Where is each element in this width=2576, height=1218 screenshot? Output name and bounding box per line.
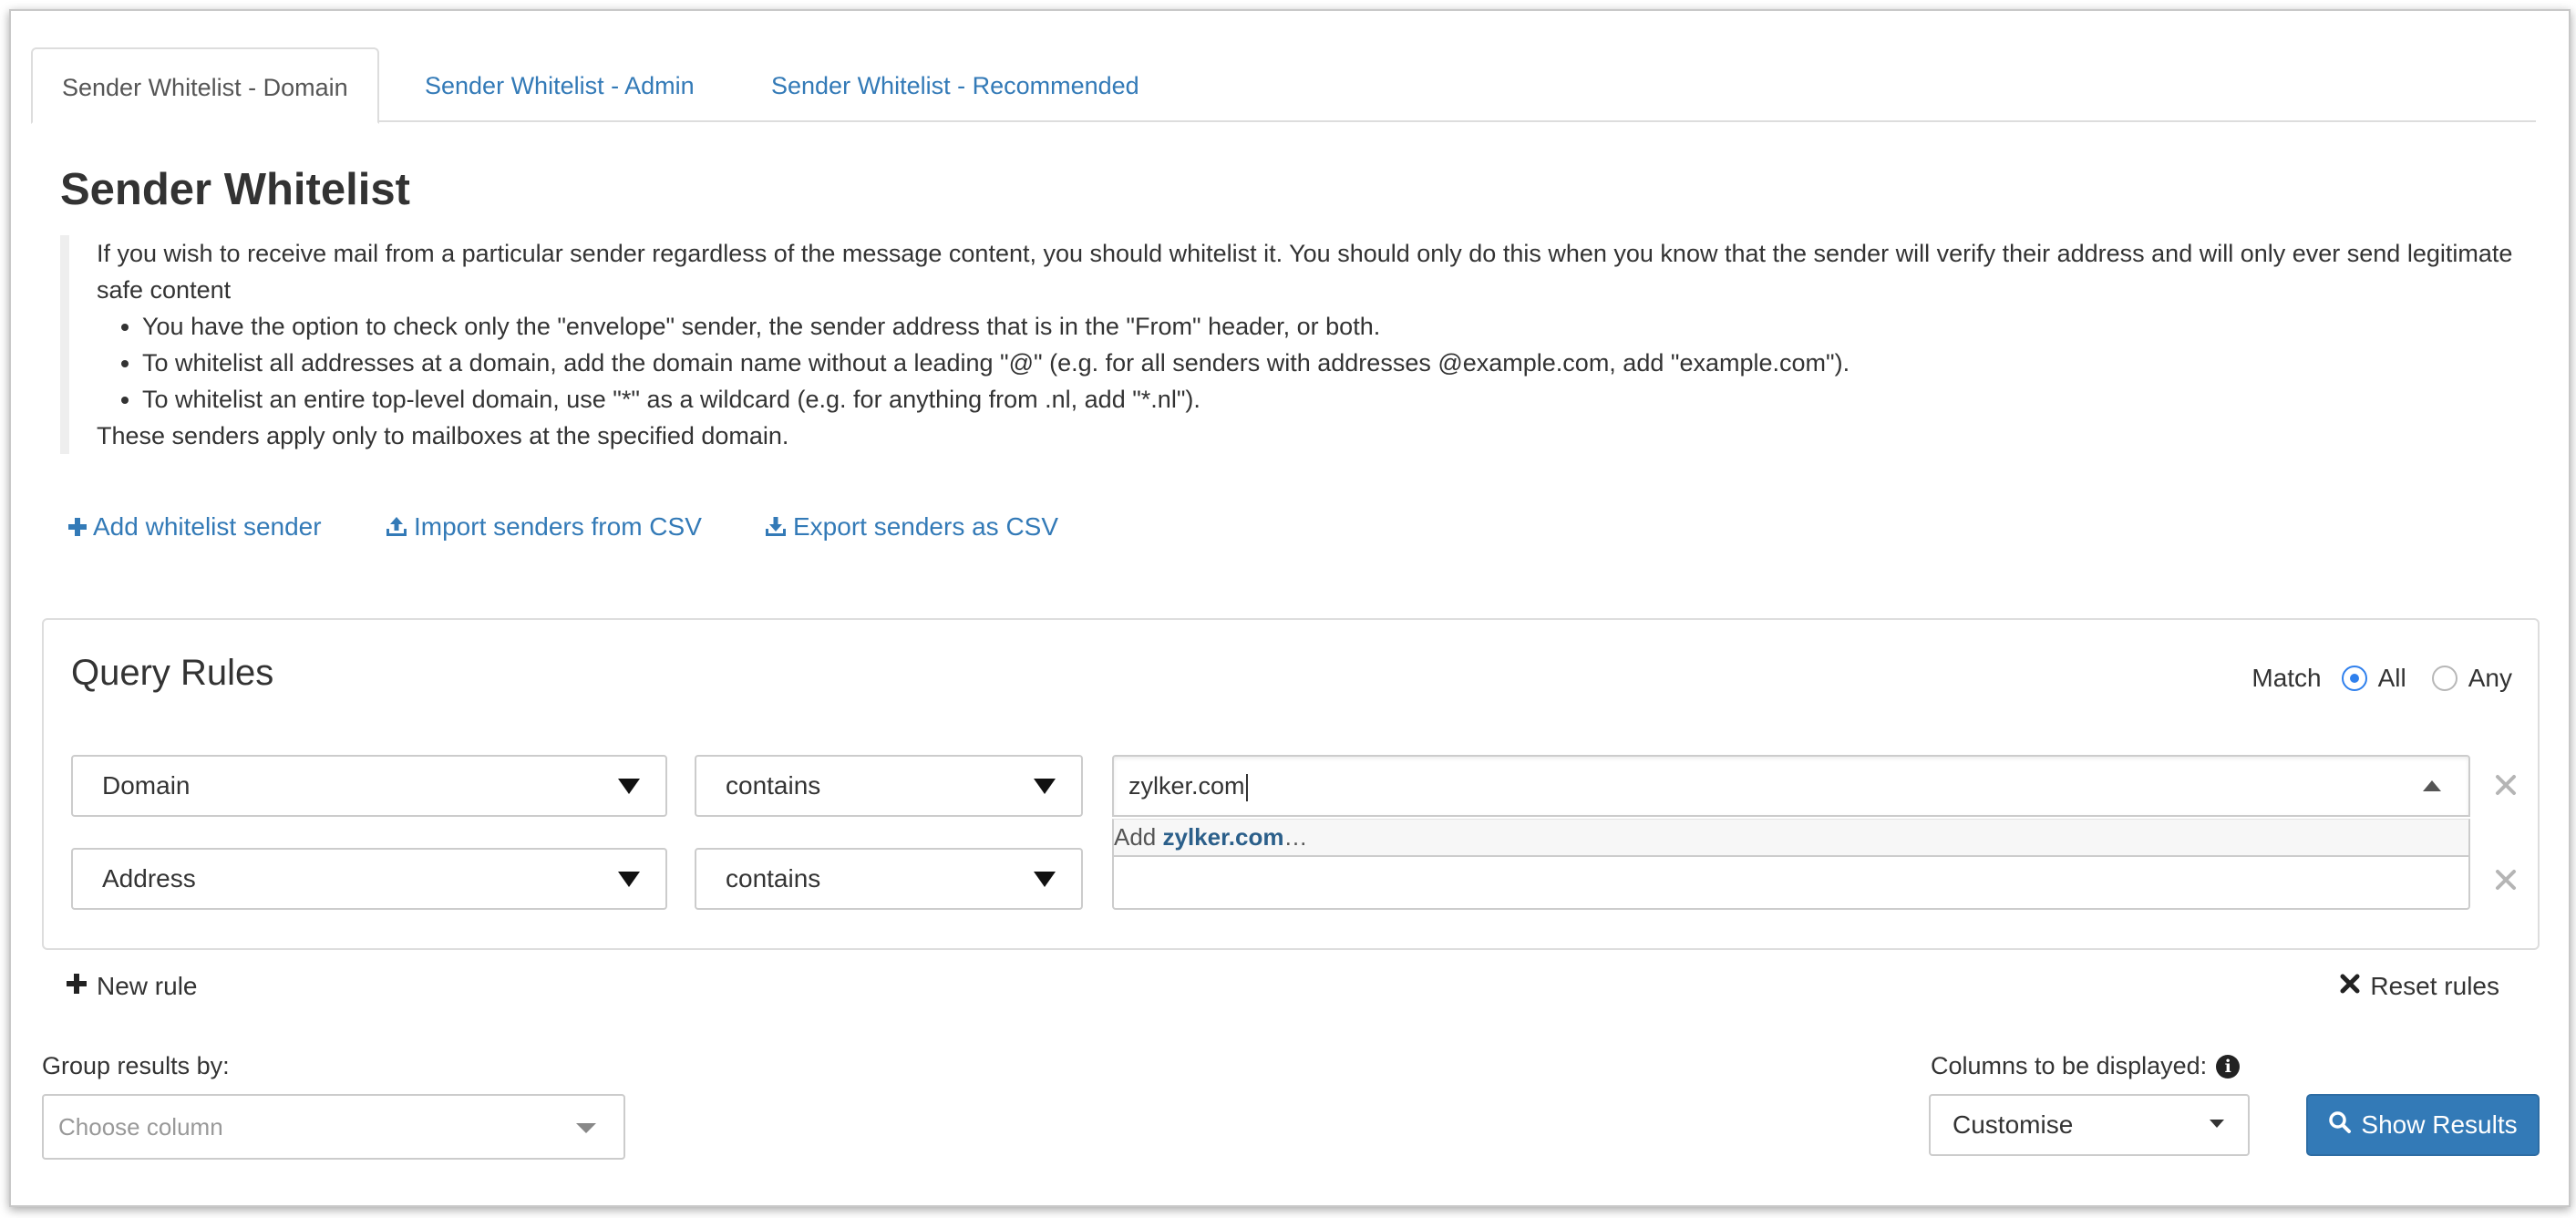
autocomplete-suggestion[interactable]: Add zylker.com… <box>1112 819 2470 857</box>
download-icon <box>764 515 788 539</box>
chevron-down-icon <box>1034 779 1056 794</box>
rule-operator-select[interactable]: contains <box>695 755 1083 817</box>
close-icon <box>2339 972 2361 1001</box>
rule-field-select[interactable]: Address <box>71 848 667 910</box>
rule-value-text: zylker.com <box>1128 772 1245 800</box>
chevron-up-icon[interactable] <box>2423 780 2441 791</box>
suggestion-prefix: Add <box>1114 823 1157 851</box>
show-results-label: Show Results <box>2361 1110 2518 1139</box>
info-icon[interactable]: i <box>2216 1054 2241 1079</box>
match-all-radio[interactable] <box>2341 666 2367 691</box>
match-option-all[interactable]: All <box>2341 664 2406 693</box>
import-senders-label: Import senders from CSV <box>414 512 702 541</box>
export-senders-label: Export senders as CSV <box>793 512 1059 541</box>
rule-operator-select[interactable]: contains <box>695 848 1083 910</box>
rule-operator-value: contains <box>726 864 821 893</box>
query-rules-title: Query Rules <box>71 653 274 693</box>
tab-sender-whitelist-admin[interactable]: Sender Whitelist - Admin <box>396 47 724 124</box>
chevron-down-icon <box>618 779 640 794</box>
columns-label-row: Columns to be displayed: i <box>1931 1052 2241 1080</box>
reset-rules-label: Reset rules <box>2370 972 2499 1000</box>
plus-icon <box>66 972 88 1001</box>
upload-icon <box>385 515 408 539</box>
tab-sender-whitelist-domain[interactable]: Sender Whitelist - Domain <box>31 47 379 124</box>
reset-rules-button[interactable]: Reset rules <box>2339 972 2499 1001</box>
add-whitelist-sender-label: Add whitelist sender <box>93 512 322 541</box>
new-rule-button[interactable]: New rule <box>66 972 197 1001</box>
description-list: You have the option to check only the "e… <box>97 308 2540 418</box>
description-bullet: To whitelist an entire top-level domain,… <box>142 381 2540 418</box>
rule-field-select[interactable]: Domain <box>71 755 667 817</box>
remove-rule-icon[interactable] <box>2494 773 2518 797</box>
export-senders-link[interactable]: Export senders as CSV <box>764 509 1058 545</box>
match-any-label: Any <box>2468 664 2512 692</box>
description-footer: These senders apply only to mailboxes at… <box>97 422 789 449</box>
page-title: Sender Whitelist <box>60 165 410 214</box>
columns-select[interactable]: Customise <box>1929 1094 2250 1156</box>
description-block: If you wish to receive mail from a parti… <box>60 235 2540 454</box>
match-control: Match All Any <box>2251 664 2512 693</box>
group-results-select[interactable]: Choose column <box>42 1094 625 1160</box>
group-results-label: Group results by: <box>42 1052 230 1079</box>
tab-bar: Sender Whitelist - Domain Sender Whiteli… <box>31 36 2536 124</box>
search-icon <box>2328 1110 2352 1141</box>
app-window: Sender Whitelist - Domain Sender Whiteli… <box>9 9 2571 1207</box>
columns-label: Columns to be displayed: <box>1931 1052 2208 1079</box>
chevron-down-icon <box>2210 1120 2224 1128</box>
query-rules-panel: Query Rules Match All Any Domain contain… <box>42 618 2540 950</box>
import-senders-link[interactable]: Import senders from CSV <box>385 509 702 545</box>
chevron-down-icon <box>1034 872 1056 887</box>
chevron-down-icon <box>618 872 640 887</box>
match-all-label: All <box>2377 664 2406 692</box>
rule-operator-value: contains <box>726 771 821 800</box>
group-results-placeholder: Choose column <box>58 1113 223 1141</box>
match-label: Match <box>2251 664 2322 692</box>
suggestion-value: zylker.com <box>1162 823 1284 851</box>
suggestion-suffix: … <box>1283 823 1308 851</box>
rule-value-input[interactable] <box>1112 848 2470 910</box>
show-results-button[interactable]: Show Results <box>2306 1094 2540 1156</box>
plus-icon <box>67 517 88 537</box>
new-rule-label: New rule <box>97 972 198 1000</box>
rule-value-input[interactable]: zylker.com <box>1112 755 2470 817</box>
description-intro: If you wish to receive mail from a parti… <box>97 240 2513 304</box>
columns-select-value: Customise <box>1953 1110 2074 1139</box>
description-bullet: To whitelist all addresses at a domain, … <box>142 345 2540 381</box>
remove-rule-icon[interactable] <box>2494 868 2518 892</box>
description-bullet: You have the option to check only the "e… <box>142 308 2540 345</box>
rule-field-value: Domain <box>102 771 191 800</box>
match-option-any[interactable]: Any <box>2431 664 2512 693</box>
match-any-radio[interactable] <box>2431 666 2458 691</box>
add-whitelist-sender-link[interactable]: Add whitelist sender <box>67 509 322 545</box>
rule-field-value: Address <box>102 864 196 893</box>
tab-sender-whitelist-recommended[interactable]: Sender Whitelist - Recommended <box>742 47 1169 124</box>
text-cursor <box>1245 773 1248 801</box>
chevron-down-icon <box>576 1123 596 1133</box>
